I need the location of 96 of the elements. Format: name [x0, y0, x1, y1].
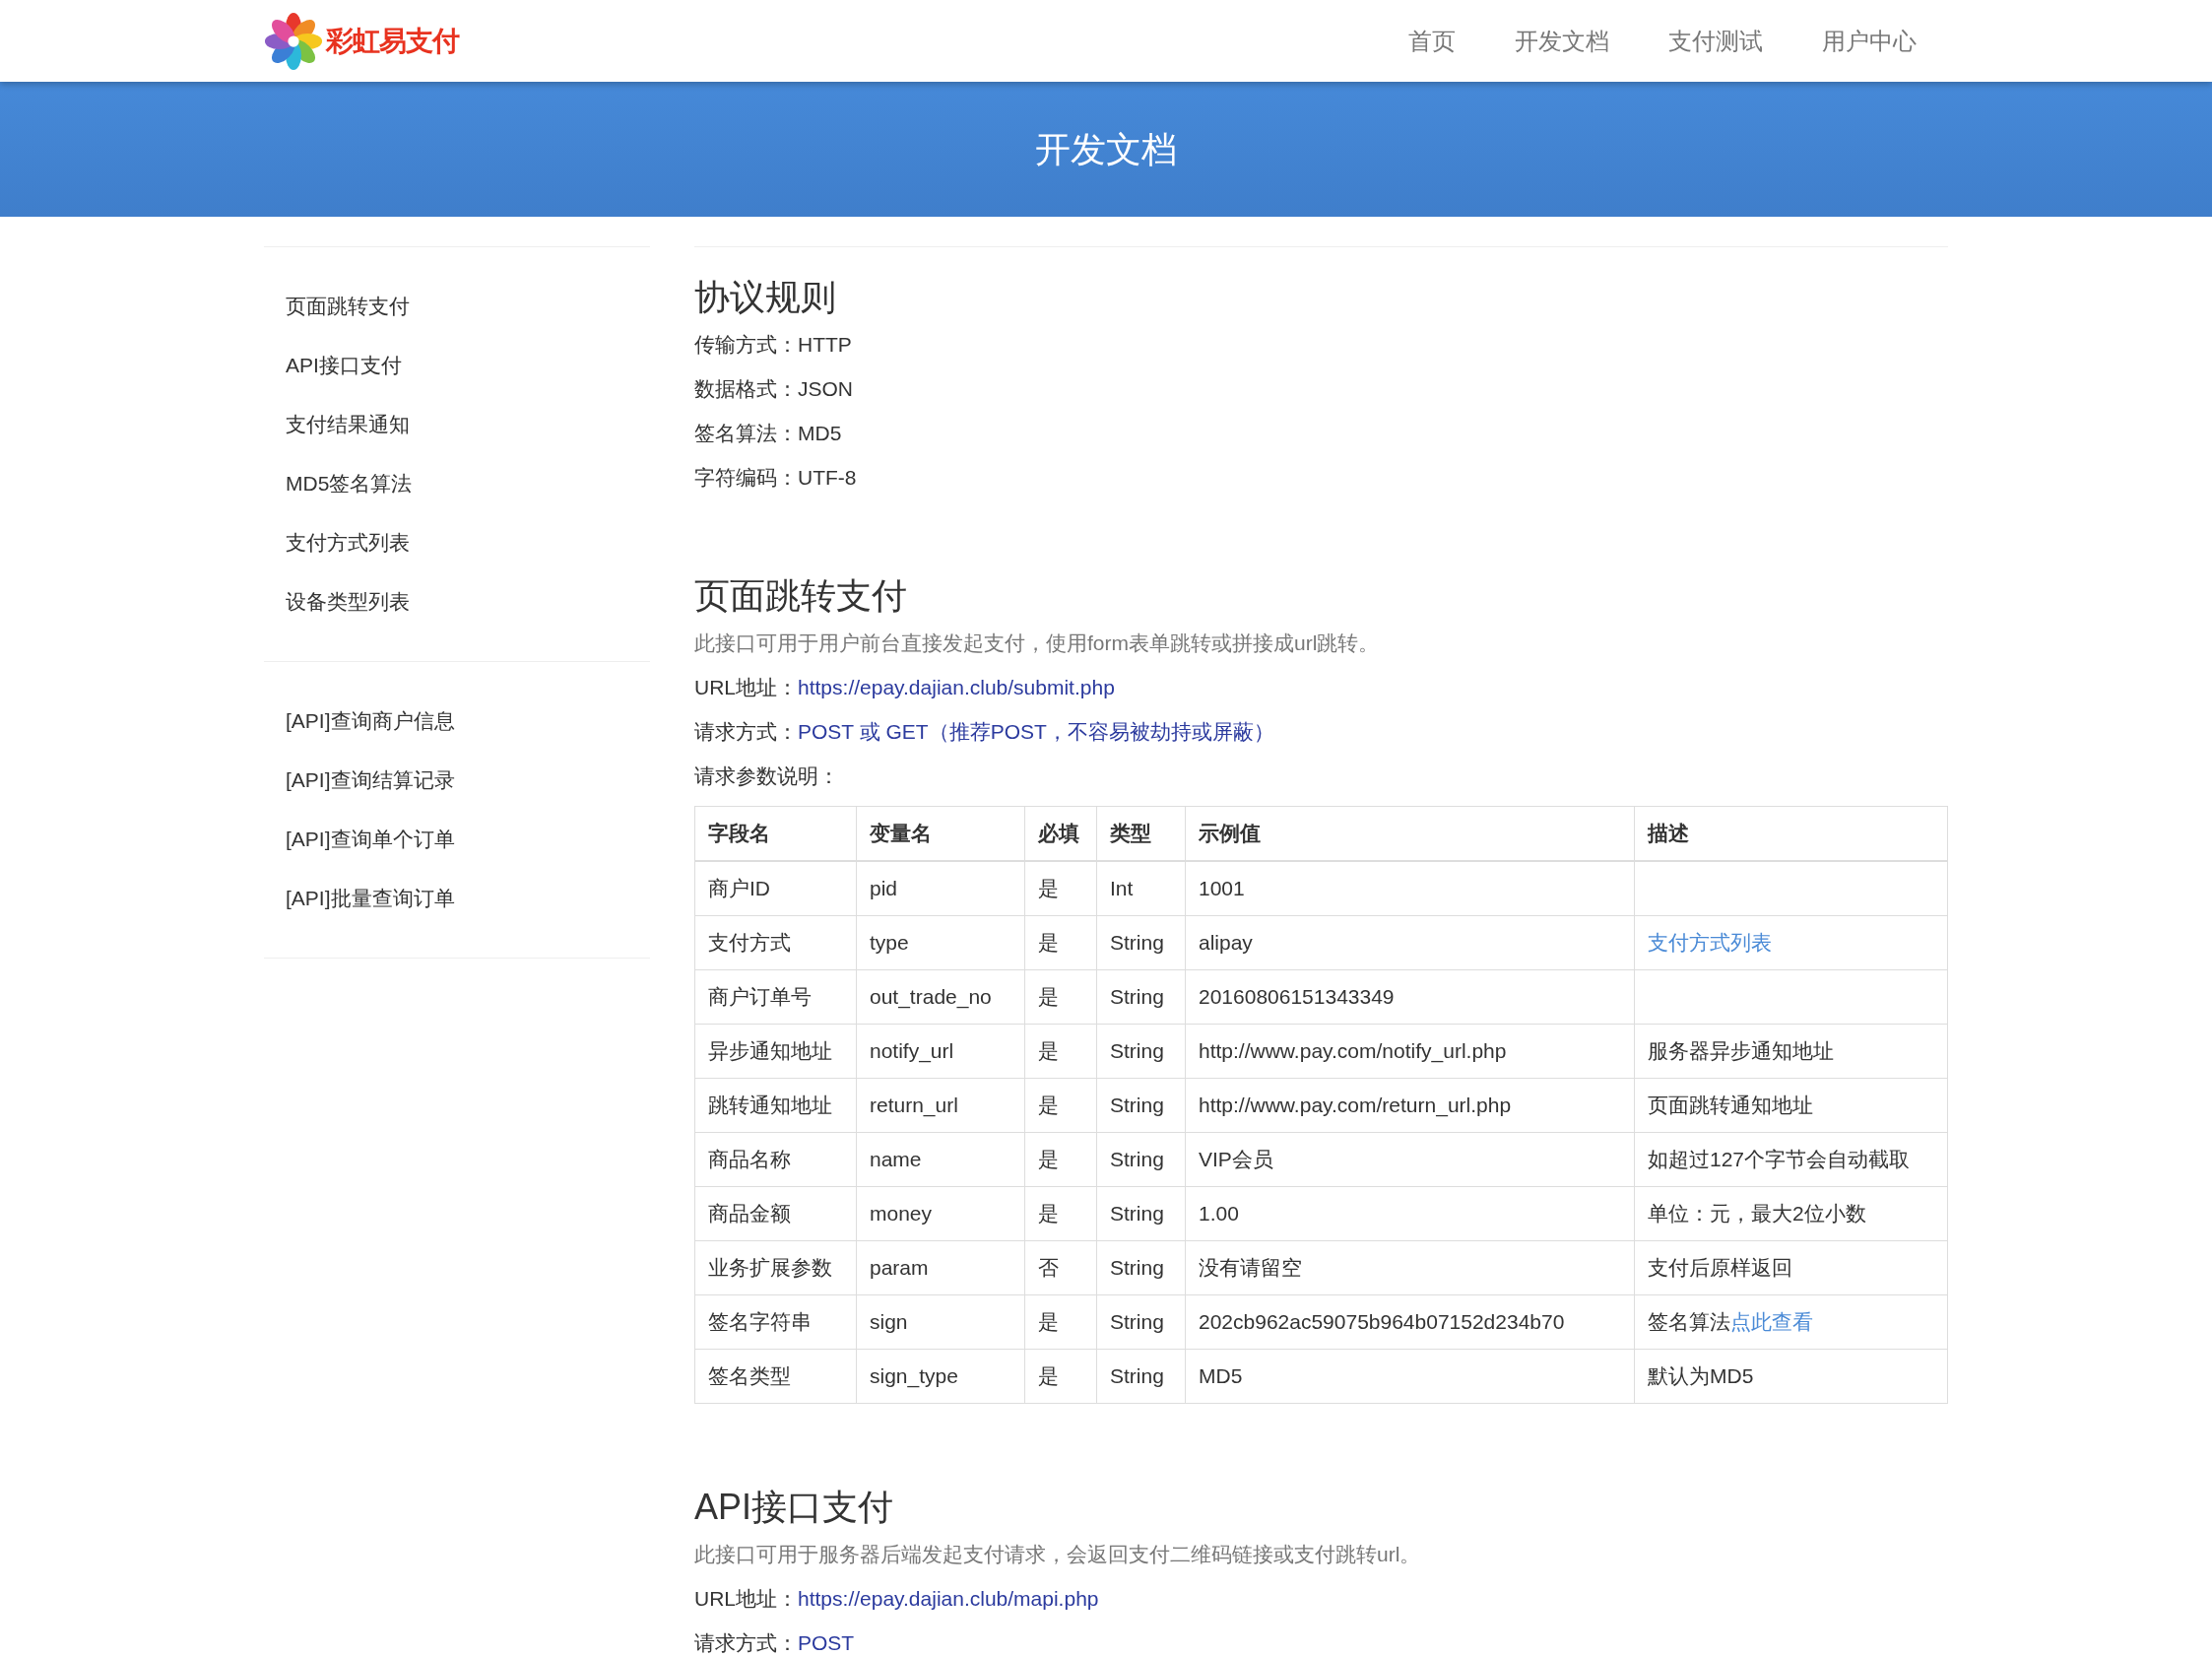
column-header: 必填	[1024, 806, 1097, 861]
table-cell: pid	[856, 861, 1025, 916]
table-cell: 是	[1024, 969, 1097, 1025]
table-cell: 单位：元，最大2位小数	[1634, 1186, 1948, 1241]
info-line: URL地址：https://epay.dajian.club/mapi.php	[694, 1586, 1100, 1612]
column-header: 示例值	[1185, 806, 1635, 861]
nav-link[interactable]: 用户中心	[1792, 21, 1948, 61]
table-cell: String	[1096, 1024, 1186, 1079]
table-cell: 1001	[1185, 861, 1635, 916]
table-cell: return_url	[856, 1078, 1025, 1133]
sidebar-link[interactable]: MD5签名算法	[264, 454, 650, 513]
table-cell: type	[856, 915, 1025, 970]
info-line: 请求参数说明：	[694, 763, 840, 789]
column-header: 变量名	[856, 806, 1025, 861]
table-cell: 支付后原样返回	[1634, 1240, 1948, 1295]
table-cell: 是	[1024, 1132, 1097, 1187]
info-line: 请求方式：POST 或 GET（推荐POST，不容易被劫持或屏蔽）	[694, 719, 1275, 745]
table-cell: 是	[1024, 1078, 1097, 1133]
table-cell: MD5	[1185, 1349, 1635, 1404]
info-line: 传输方式：HTTP	[694, 332, 853, 358]
table-cell: 如超过127个字节会自动截取	[1634, 1132, 1948, 1187]
column-header: 字段名	[694, 806, 857, 861]
table-cell: 商户ID	[694, 861, 857, 916]
table-cell: String	[1096, 1186, 1186, 1241]
table-cell: 签名算法点此查看	[1634, 1294, 1948, 1350]
table-cell: 商品名称	[694, 1132, 857, 1187]
table-cell: notify_url	[856, 1024, 1025, 1079]
table-cell: name	[856, 1132, 1025, 1187]
info-line: 字符编码：UTF-8	[694, 465, 858, 491]
sidebar-link[interactable]: [API]查询单个订单	[264, 810, 650, 869]
column-header: 描述	[1634, 806, 1948, 861]
table-cell: 否	[1024, 1240, 1097, 1295]
table-cell: String	[1096, 915, 1186, 970]
table-cell: 支付方式	[694, 915, 857, 970]
table-cell: 页面跳转通知地址	[1634, 1078, 1948, 1133]
info-line: 签名算法：MD5	[694, 421, 843, 446]
info-line: 数据格式：JSON	[694, 376, 854, 402]
section-description: 此接口可用于服务器后端发起支付请求，会返回支付二维码链接或支付跳转url。	[694, 1542, 1422, 1567]
nav-link[interactable]: 开发文档	[1485, 21, 1639, 61]
table-cell: sign_type	[856, 1349, 1025, 1404]
table-cell: 是	[1024, 1349, 1097, 1404]
table-cell: String	[1096, 1240, 1186, 1295]
nav-link[interactable]: 支付测试	[1639, 21, 1792, 61]
table-cell: http://www.pay.com/notify_url.php	[1185, 1024, 1635, 1079]
section-heading: 协议规则	[694, 278, 837, 317]
table-cell: String	[1096, 1349, 1186, 1404]
table-cell: alipay	[1185, 915, 1635, 970]
table-cell: 签名字符串	[694, 1294, 857, 1350]
section-heading: API接口支付	[694, 1488, 895, 1527]
banner-title: 开发文档	[1035, 127, 1177, 171]
logo-text[interactable]: 彩虹易支付	[326, 22, 459, 60]
info-line: URL地址：https://epay.dajian.club/submit.php	[694, 675, 1116, 700]
table-cell: Int	[1096, 861, 1186, 916]
sidebar-link[interactable]: 页面跳转支付	[264, 277, 650, 336]
table-cell: VIP会员	[1185, 1132, 1635, 1187]
table-cell: String	[1096, 1294, 1186, 1350]
sidebar-link[interactable]: 设备类型列表	[264, 572, 650, 631]
column-header: 类型	[1096, 806, 1186, 861]
table-cell: 业务扩展参数	[694, 1240, 857, 1295]
doc-link[interactable]: 支付方式列表	[1648, 931, 1772, 954]
table-cell: money	[856, 1186, 1025, 1241]
table-cell: sign	[856, 1294, 1025, 1350]
sidebar-link[interactable]: [API]批量查询订单	[264, 869, 650, 928]
table-cell: 服务器异步通知地址	[1634, 1024, 1948, 1079]
table-cell: 是	[1024, 861, 1097, 916]
sidebar-link[interactable]: API接口支付	[264, 336, 650, 395]
table-cell: param	[856, 1240, 1025, 1295]
table-cell: 20160806151343349	[1185, 969, 1635, 1025]
table-cell: 商品金额	[694, 1186, 857, 1241]
info-line: 请求方式：POST	[694, 1630, 856, 1656]
sidebar-link[interactable]: [API]查询商户信息	[264, 692, 650, 751]
table-cell: 是	[1024, 915, 1097, 970]
table-cell: 商户订单号	[694, 969, 857, 1025]
table-cell: 签名类型	[694, 1349, 857, 1404]
sidebar-link[interactable]: 支付方式列表	[264, 513, 650, 572]
section-description: 此接口可用于用户前台直接发起支付，使用form表单跳转或拼接成url跳转。	[694, 630, 1381, 656]
table-cell: String	[1096, 1132, 1186, 1187]
table-cell: http://www.pay.com/return_url.php	[1185, 1078, 1635, 1133]
table-cell: 是	[1024, 1294, 1097, 1350]
doc-link[interactable]: 点此查看	[1730, 1310, 1813, 1333]
table-cell: String	[1096, 1078, 1186, 1133]
sidebar-link[interactable]: [API]查询结算记录	[264, 751, 650, 810]
nav-link[interactable]: 首页	[1379, 21, 1485, 61]
section-heading: 页面跳转支付	[694, 576, 908, 616]
table-cell: 异步通知地址	[694, 1024, 857, 1079]
table-cell: out_trade_no	[856, 969, 1025, 1025]
table-cell: 1.00	[1185, 1186, 1635, 1241]
sidebar-link[interactable]: 支付结果通知	[264, 395, 650, 454]
table-cell: 没有请留空	[1185, 1240, 1635, 1295]
table-cell: 是	[1024, 1024, 1097, 1079]
table-cell: 是	[1024, 1186, 1097, 1241]
flower-icon	[264, 11, 323, 71]
table-cell: 跳转通知地址	[694, 1078, 857, 1133]
table-cell: 默认为MD5	[1634, 1349, 1948, 1404]
table-cell: 202cb962ac59075b964b07152d234b70	[1185, 1294, 1635, 1350]
table-cell: String	[1096, 969, 1186, 1025]
